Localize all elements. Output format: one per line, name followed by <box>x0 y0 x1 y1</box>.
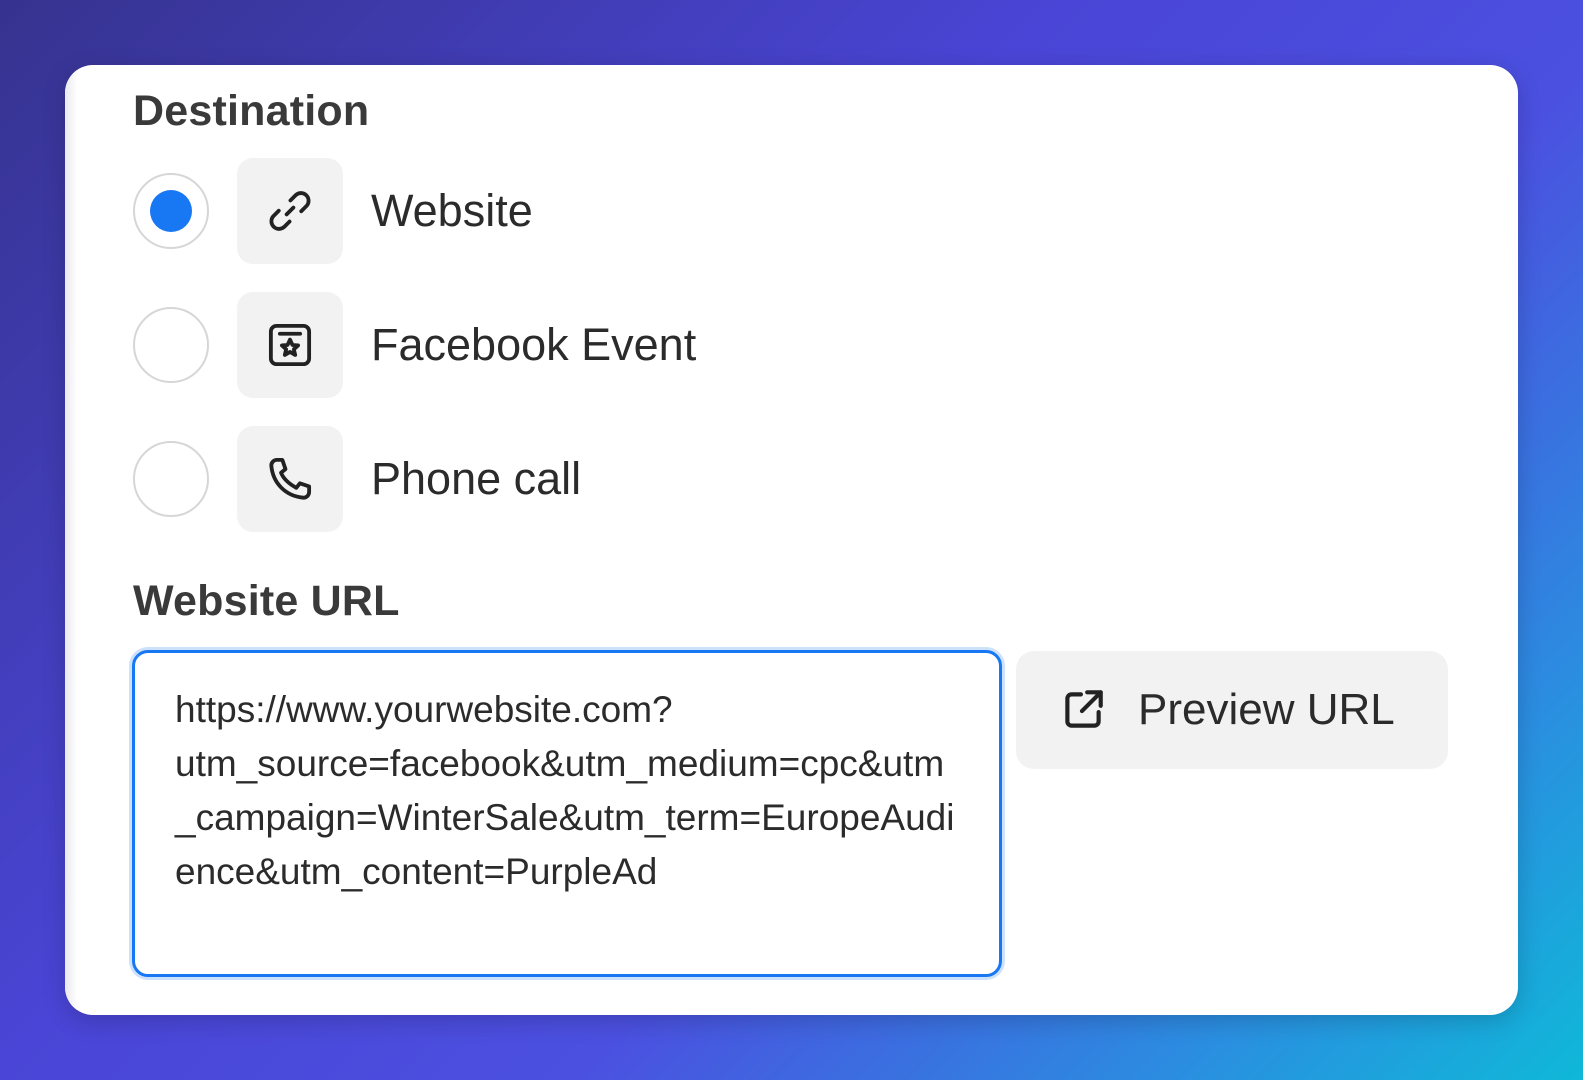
preview-url-button[interactable]: Preview URL <box>1016 651 1448 769</box>
option-label-phone-call: Phone call <box>371 453 582 504</box>
radio-phone-call[interactable] <box>133 441 209 517</box>
destination-option-website[interactable]: Website <box>133 157 533 265</box>
destination-option-phone-call[interactable]: Phone call <box>133 425 581 533</box>
radio-website[interactable] <box>133 173 209 249</box>
destination-title: Destination <box>133 87 370 135</box>
external-link-icon <box>1065 690 1103 728</box>
destination-option-facebook-event[interactable]: Facebook Event <box>133 291 696 399</box>
phone-icon <box>237 426 343 532</box>
website-url-title: Website URL <box>133 577 400 625</box>
option-label-website: Website <box>371 185 533 236</box>
calendar-star-icon <box>237 292 343 398</box>
website-url-value: https://www.yourwebsite.com? utm_source=… <box>175 689 955 892</box>
radio-facebook-event[interactable] <box>133 307 209 383</box>
preview-url-label: Preview URL <box>1138 685 1395 734</box>
website-url-input[interactable]: https://www.yourwebsite.com? utm_source=… <box>132 650 1002 977</box>
option-label-facebook-event: Facebook Event <box>371 319 697 370</box>
destination-card: Destination Website Facebook Event Phone… <box>65 65 1518 1015</box>
link-icon <box>237 158 343 264</box>
radio-selected-dot <box>150 190 192 232</box>
